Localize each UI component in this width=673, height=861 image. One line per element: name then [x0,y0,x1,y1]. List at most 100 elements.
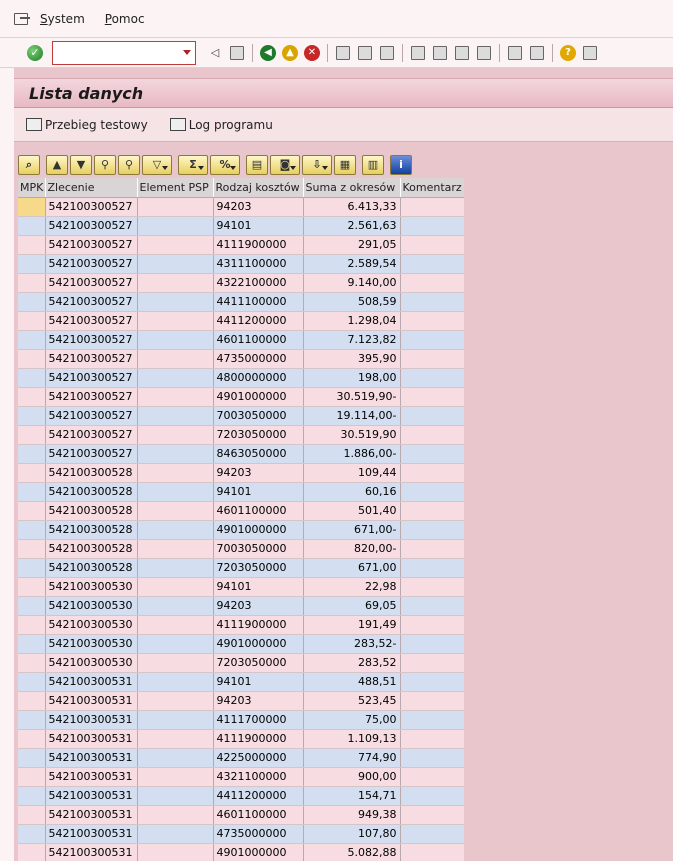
cell-komentarz[interactable] [400,368,464,388]
cell-suma[interactable]: 75,00 [303,710,401,730]
details-button[interactable]: ⌕ [18,154,40,175]
cell-rodzaj-kosztow[interactable]: 4311100000 [213,254,304,274]
cell-mpk[interactable] [18,672,46,692]
cell-suma[interactable]: 5.082,88 [303,843,401,861]
cell-element-psp[interactable] [137,273,214,293]
cell-element-psp[interactable] [137,558,214,578]
cell-rodzaj-kosztow[interactable]: 7203050000 [213,425,304,445]
cell-mpk[interactable] [18,311,46,331]
cell-suma[interactable]: 523,45 [303,691,401,711]
cell-mpk[interactable] [18,824,46,844]
cell-suma[interactable]: 501,40 [303,501,401,521]
cell-rodzaj-kosztow[interactable]: 94203 [213,596,304,616]
cell-rodzaj-kosztow[interactable]: 4111900000 [213,235,304,255]
cell-suma[interactable]: 60,16 [303,482,401,502]
cell-rodzaj-kosztow[interactable]: 4735000000 [213,349,304,369]
cell-zlecenie[interactable]: 542100300527 [45,311,138,331]
cell-element-psp[interactable] [137,691,214,711]
cell-komentarz[interactable] [400,558,464,578]
cell-zlecenie[interactable]: 542100300527 [45,444,138,464]
cell-rodzaj-kosztow[interactable]: 4111900000 [213,615,304,635]
table-row[interactable]: 542100300527 8463050000 1.886,00- [18,444,464,464]
cell-komentarz[interactable] [400,748,464,768]
cell-suma[interactable]: 1.298,04 [303,311,401,331]
cell-zlecenie[interactable]: 542100300528 [45,520,138,540]
cell-suma[interactable]: 109,44 [303,463,401,483]
cell-element-psp[interactable] [137,748,214,768]
table-row[interactable]: 542100300527 4111900000 291,05 [18,235,464,255]
cell-komentarz[interactable] [400,767,464,787]
cell-zlecenie[interactable]: 542100300528 [45,482,138,502]
cell-element-psp[interactable] [137,235,214,255]
table-row[interactable]: 542100300528 7203050000 671,00 [18,558,464,578]
cell-mpk[interactable] [18,425,46,445]
cell-suma[interactable]: 9.140,00 [303,273,401,293]
shortcut-button[interactable] [528,44,546,62]
cell-zlecenie[interactable]: 542100300531 [45,786,138,806]
cell-zlecenie[interactable]: 542100300531 [45,729,138,749]
cell-zlecenie[interactable]: 542100300527 [45,425,138,445]
cell-element-psp[interactable] [137,824,214,844]
cell-suma[interactable]: 291,05 [303,235,401,255]
cell-rodzaj-kosztow[interactable]: 94203 [213,197,304,217]
cell-mpk[interactable] [18,691,46,711]
cell-rodzaj-kosztow[interactable]: 4111700000 [213,710,304,730]
cell-rodzaj-kosztow[interactable]: 94101 [213,577,304,597]
cell-mpk[interactable] [18,767,46,787]
cancel-button[interactable]: ✕ [303,44,321,62]
table-row[interactable]: 542100300531 94203 523,45 [18,691,464,711]
find-next-in-list-button[interactable]: ⚲ [118,154,140,175]
table-row[interactable]: 542100300528 94203 109,44 [18,463,464,483]
cell-mpk[interactable] [18,710,46,730]
column-header-rodzaj-kosztow[interactable]: Rodzaj kosztów [213,178,304,198]
cell-suma[interactable]: 820,00- [303,539,401,559]
cell-rodzaj-kosztow[interactable]: 4735000000 [213,824,304,844]
cell-suma[interactable]: 671,00 [303,558,401,578]
cell-komentarz[interactable] [400,691,464,711]
cell-element-psp[interactable] [137,387,214,407]
cell-komentarz[interactable] [400,824,464,844]
cell-mpk[interactable] [18,463,46,483]
table-row[interactable]: 542100300527 94203 6.413,33 [18,197,464,217]
cell-mpk[interactable] [18,634,46,654]
cell-zlecenie[interactable]: 542100300527 [45,368,138,388]
table-row[interactable]: 542100300531 4601100000 949,38 [18,805,464,825]
cell-element-psp[interactable] [137,444,214,464]
find-button[interactable] [356,44,374,62]
table-row[interactable]: 542100300527 4735000000 395,90 [18,349,464,369]
cell-zlecenie[interactable]: 542100300527 [45,254,138,274]
cell-zlecenie[interactable]: 542100300530 [45,615,138,635]
cell-element-psp[interactable] [137,729,214,749]
cell-zlecenie[interactable]: 542100300528 [45,539,138,559]
cell-suma[interactable]: 1.886,00- [303,444,401,464]
cell-zlecenie[interactable]: 542100300531 [45,691,138,711]
cell-suma[interactable]: 30.519,90- [303,387,401,407]
program-log-button[interactable]: Log programu [169,118,273,132]
cell-rodzaj-kosztow[interactable]: 4901000000 [213,520,304,540]
filter-button[interactable]: ▽ [142,154,172,175]
cell-zlecenie[interactable]: 542100300528 [45,558,138,578]
cell-komentarz[interactable] [400,216,464,236]
table-row[interactable]: 542100300527 4601100000 7.123,82 [18,330,464,350]
table-row[interactable]: 542100300531 4411200000 154,71 [18,786,464,806]
spreadsheet-button[interactable]: ▦ [334,154,356,175]
cell-rodzaj-kosztow[interactable]: 4601100000 [213,330,304,350]
cell-mpk[interactable] [18,273,46,293]
cell-rodzaj-kosztow[interactable]: 94203 [213,463,304,483]
cell-rodzaj-kosztow[interactable]: 7203050000 [213,653,304,673]
cell-element-psp[interactable] [137,634,214,654]
cell-element-psp[interactable] [137,254,214,274]
table-row[interactable]: 542100300527 7203050000 30.519,90 [18,425,464,445]
table-row[interactable]: 542100300528 4601100000 501,40 [18,501,464,521]
cell-element-psp[interactable] [137,805,214,825]
cell-komentarz[interactable] [400,634,464,654]
chevron-down-icon[interactable] [183,49,191,55]
subtotal-button[interactable]: % [210,154,240,175]
cell-komentarz[interactable] [400,653,464,673]
views-button[interactable]: ◙ [270,154,300,175]
cell-zlecenie[interactable]: 542100300527 [45,349,138,369]
cell-element-psp[interactable] [137,653,214,673]
column-header-mpk[interactable]: MPK [18,178,46,198]
table-row[interactable]: 542100300531 4735000000 107,80 [18,824,464,844]
cell-mpk[interactable] [18,197,46,217]
